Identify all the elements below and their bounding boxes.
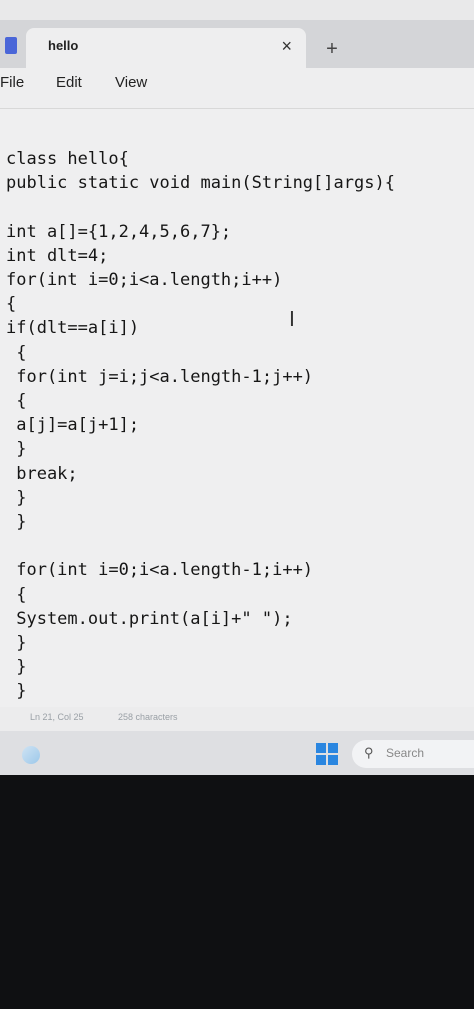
new-tab-button[interactable]: + [318,36,346,62]
taskbar-search[interactable]: ⚲ Search [352,740,474,768]
character-count: 258 characters [118,712,178,722]
search-label: Search [386,746,425,760]
screen: hello × + File Edit View class hello{ pu… [0,0,474,775]
title-bar: hello × + [0,20,474,68]
taskbar: ⚲ Search [0,731,474,775]
notepad-icon [5,37,17,54]
text-editor[interactable]: class hello{ public static void main(Str… [0,109,474,707]
status-bar: Ln 21, Col 25 258 characters [0,707,474,731]
menu-view[interactable]: View [115,74,147,91]
menu-bar: File Edit View [0,68,474,109]
laptop-bezel [0,775,474,1009]
tab-hello[interactable]: hello × [26,28,306,68]
windows-start-icon[interactable] [316,743,338,765]
editor-content[interactable]: class hello{ public static void main(Str… [6,147,395,704]
close-tab-icon[interactable]: × [281,36,292,57]
ibeam-cursor-icon: I [289,307,295,331]
menu-file[interactable]: File [0,74,24,91]
cursor-position: Ln 21, Col 25 [30,712,84,722]
search-icon: ⚲ [364,745,374,760]
edge-icon[interactable] [22,746,40,764]
tab-title: hello [48,38,79,53]
menu-edit[interactable]: Edit [56,74,82,91]
